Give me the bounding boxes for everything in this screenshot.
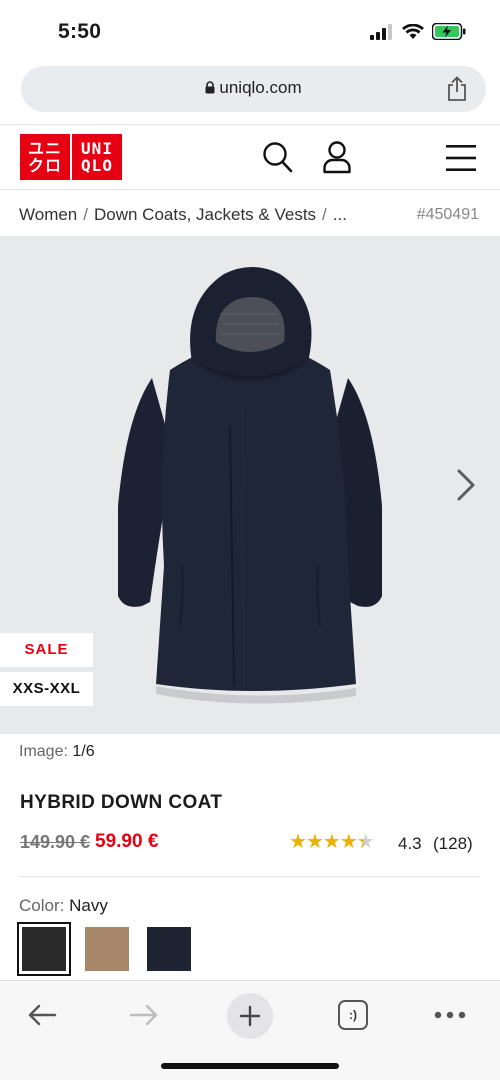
star-icon: ★ <box>322 831 341 853</box>
breadcrumb-item-women[interactable]: Women <box>19 205 77 224</box>
logo-katakana-block: ユニ クロ <box>20 134 70 180</box>
color-swatch-navy[interactable] <box>147 927 191 971</box>
forward-button[interactable] <box>122 993 166 1037</box>
url-display[interactable]: uniqlo.com <box>21 78 486 98</box>
account-icon[interactable] <box>322 140 352 174</box>
plus-icon <box>239 1005 261 1027</box>
size-range-badge: XXS-XXL <box>0 672 93 706</box>
more-button[interactable] <box>430 993 470 1037</box>
logo-latin-bottom: QLO <box>81 156 113 175</box>
product-image-gallery[interactable]: SALE XXS-XXL <box>0 236 500 734</box>
product-id: #450491 <box>416 206 479 223</box>
rating-stars[interactable]: ★★★★★ <box>289 829 375 854</box>
star-icon: ★ <box>305 831 324 853</box>
next-image-chevron-icon[interactable] <box>456 468 476 502</box>
product-image-coat <box>118 267 382 704</box>
logo-katakana-bottom: クロ <box>27 156 62 175</box>
wifi-icon <box>402 23 424 39</box>
header-divider <box>0 124 500 125</box>
breadcrumb-item-more[interactable]: ... <box>333 205 347 224</box>
url-bar[interactable]: uniqlo.com <box>21 66 486 112</box>
breadcrumb-separator: / <box>322 205 327 224</box>
uniqlo-logo[interactable]: ユニ クロ UNI QLO <box>20 134 122 180</box>
lock-icon <box>205 81 215 94</box>
logo-latin-block: UNI QLO <box>72 134 122 180</box>
search-icon[interactable] <box>262 140 294 174</box>
breadcrumb-separator: / <box>83 205 88 224</box>
image-counter-label: Image: <box>19 743 68 760</box>
back-button[interactable] <box>20 993 64 1037</box>
nav-divider <box>0 189 500 190</box>
product-title: HYBRID DOWN COAT <box>20 792 223 813</box>
back-arrow-icon <box>28 1004 57 1026</box>
battery-charging-icon <box>432 23 466 40</box>
home-indicator <box>161 1063 339 1069</box>
tabs-button-label: :) <box>349 1008 357 1022</box>
more-dots-icon <box>434 1011 466 1019</box>
status-bar: 5:50 <box>0 0 500 64</box>
status-icons <box>370 23 466 40</box>
share-icon[interactable] <box>446 76 468 102</box>
review-count[interactable]: (128) <box>433 834 473 854</box>
tabs-button[interactable]: :) <box>338 1000 368 1030</box>
image-counter: Image: 1/6 <box>19 743 95 761</box>
rating-value: 4.3 <box>398 834 422 853</box>
star-icon: ★ <box>289 831 307 853</box>
logo-katakana-top: ユニ <box>27 139 62 158</box>
color-label: Color: Navy <box>19 896 108 916</box>
color-swatch-black[interactable] <box>17 922 71 976</box>
image-counter-value: 1/6 <box>72 743 95 760</box>
original-price: 149.90 € <box>20 832 91 852</box>
forward-arrow-icon <box>129 1004 158 1026</box>
color-label-text: Color: <box>19 896 65 915</box>
breadcrumb: Women / Down Coats, Jackets & Vests /... <box>19 205 347 225</box>
star-icon: ★ <box>339 831 358 853</box>
sale-price: 59.90 € <box>95 831 159 852</box>
url-text: uniqlo.com <box>219 78 302 97</box>
color-swatch-beige[interactable] <box>85 927 129 971</box>
signal-icon <box>370 23 392 40</box>
sale-badge: SALE <box>0 633 93 667</box>
status-time: 5:50 <box>58 20 102 43</box>
logo-latin-top: UNI <box>81 139 113 158</box>
breadcrumb-item-down-coats[interactable]: Down Coats, Jackets & Vests <box>94 205 316 224</box>
new-tab-button[interactable] <box>227 993 273 1039</box>
star-partial-icon: ★ <box>356 831 375 853</box>
menu-icon[interactable] <box>446 144 476 172</box>
section-divider <box>20 876 480 877</box>
selected-color-name: Navy <box>69 896 108 915</box>
